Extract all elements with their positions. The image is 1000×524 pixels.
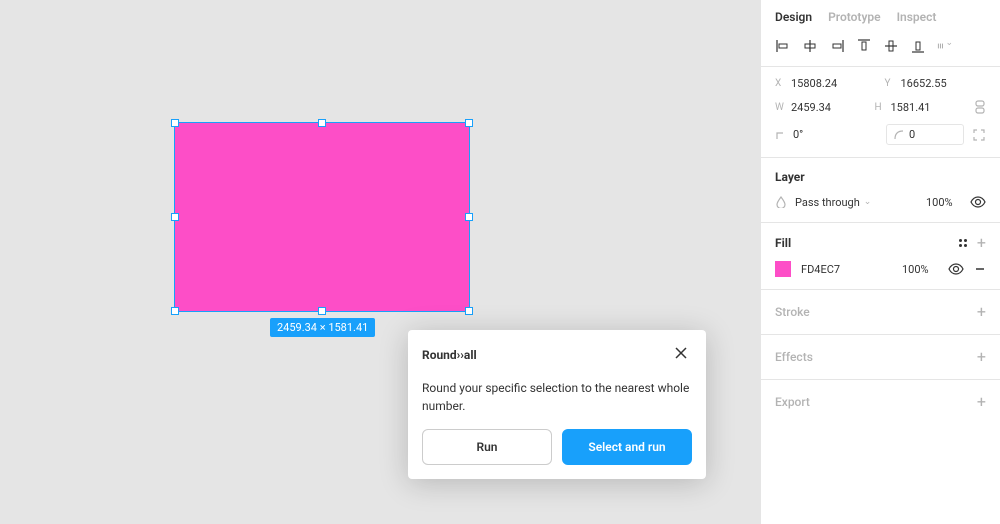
tab-design[interactable]: Design [775,10,812,24]
align-left-icon[interactable] [775,38,791,54]
effects-section-title: Effects [775,350,813,364]
export-section: Export + [761,380,1000,424]
corner-radius-icon [893,129,905,141]
fill-hex-value[interactable]: FD4EC7 [801,263,892,276]
add-effect-icon[interactable]: + [977,349,986,365]
add-fill-icon[interactable]: + [977,235,986,251]
align-bottom-icon[interactable] [910,38,926,54]
fill-swatch[interactable] [775,261,791,277]
resize-handle-tl[interactable] [171,119,179,127]
fill-row: FD4EC7 100% [761,257,1000,290]
layer-opacity-value[interactable]: 100% [926,196,962,209]
y-value[interactable]: 16652.55 [901,77,947,90]
add-export-icon[interactable]: + [977,394,986,410]
corner-radius-input[interactable]: 0 [886,124,964,145]
align-vcenter-icon[interactable] [883,38,899,54]
link-dimensions-icon[interactable] [974,100,986,114]
properties-panel: Design Prototype Inspect ⌄ X 15808.24 Y 16… [760,0,1000,524]
w-label: W [775,102,785,113]
selection-dimensions-badge: 2459.34 × 1581.41 [270,318,375,337]
tab-inspect[interactable]: Inspect [897,10,937,24]
align-right-icon[interactable] [829,38,845,54]
resize-handle-ml[interactable] [171,213,179,221]
effects-section: Effects + [761,335,1000,380]
alignment-row: ⌄ [761,32,1000,67]
rotation-value[interactable]: 0° [793,128,803,141]
select-and-run-button[interactable]: Select and run [562,429,692,465]
remove-fill-icon[interactable] [974,263,986,275]
align-top-icon[interactable] [856,38,872,54]
visibility-icon[interactable] [970,194,986,210]
modal-body-text: Round your specific selection to the nea… [408,375,706,429]
align-hcenter-icon[interactable] [802,38,818,54]
h-label: H [875,102,885,113]
layer-section-title: Layer [775,170,986,184]
add-stroke-icon[interactable]: + [977,304,986,320]
fill-opacity-value[interactable]: 100% [902,263,938,276]
resize-handle-tm[interactable] [318,119,326,127]
resize-handle-br[interactable] [465,307,473,315]
layer-row: Pass through ⌄ 100% [761,186,1000,223]
selected-rectangle[interactable] [174,122,470,312]
plugin-modal: Round››all Round your specific selection… [408,330,706,479]
x-label: X [775,78,785,89]
stroke-section-title: Stroke [775,305,810,319]
resize-handle-mr[interactable] [465,213,473,221]
close-icon[interactable] [670,344,692,365]
canvas[interactable]: 2459.34 × 1581.41 Round››all Round your … [0,0,760,524]
tab-prototype[interactable]: Prototype [828,10,881,24]
h-value[interactable]: 1581.41 [891,101,931,114]
geometry-section: X 15808.24 Y 16652.55 W 2459.34 H 1581.41 0°… [761,67,1000,158]
x-value[interactable]: 15808.24 [791,77,837,90]
blend-mode-value: Pass through [795,196,860,209]
w-value[interactable]: 2459.34 [791,101,831,114]
run-button[interactable]: Run [422,429,552,465]
chevron-down-icon: ⌄ [864,197,872,207]
y-label: Y [885,78,895,89]
panel-tabs: Design Prototype Inspect [761,0,1000,32]
stroke-section: Stroke + [761,290,1000,335]
rotation-icon [775,129,787,141]
fill-style-icon[interactable] [959,239,967,247]
blend-mode-select[interactable]: Pass through ⌄ [795,196,918,209]
blend-mode-icon [775,196,787,208]
export-section-title: Export [775,395,810,409]
resize-handle-tr[interactable] [465,119,473,127]
distribute-icon[interactable]: ⌄ [937,38,953,54]
resize-handle-bm[interactable] [318,307,326,315]
modal-title: Round››all [422,348,477,362]
corner-radius-value: 0 [909,128,915,141]
independent-corners-icon[interactable] [972,128,986,142]
fill-visibility-icon[interactable] [948,261,964,277]
fill-section-title: Fill [775,236,791,250]
resize-handle-bl[interactable] [171,307,179,315]
